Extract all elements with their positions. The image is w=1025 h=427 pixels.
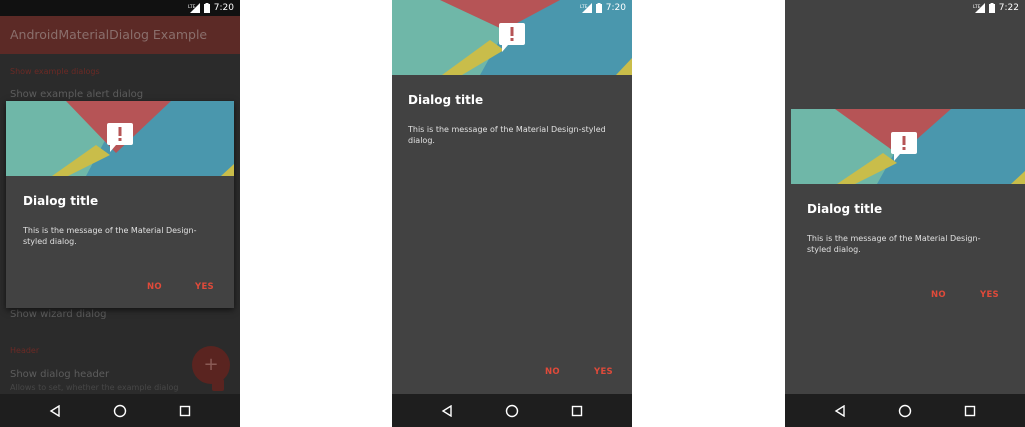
phone-screen-2: LTE 7:20 Dialog title This is the messag… (392, 0, 632, 427)
recents-icon[interactable] (174, 400, 196, 422)
add-fab-button[interactable]: + (192, 346, 230, 384)
no-button[interactable]: NO (545, 367, 560, 377)
list-item-show-header-summary: Allows to set, whether the example dialo… (10, 383, 179, 392)
no-button[interactable]: NO (147, 282, 162, 292)
phone-screen-3: LTE 7:22 Dialog title This is the messag… (785, 0, 1025, 427)
status-time: 7:20 (605, 3, 626, 13)
lte-signal-icon: LTE (973, 3, 985, 13)
material-dialog: Dialog title This is the message of the … (6, 101, 234, 308)
lte-signal-icon: LTE (580, 3, 592, 13)
navigation-bar (785, 394, 1025, 427)
dialog-message-line-1: This is the message of the Material Desi… (408, 125, 606, 134)
phone-screen-1: LTE 7:20 AndroidMaterialDialog Example S… (0, 0, 240, 427)
dialog-message-line-1: This is the message of the Material Desi… (23, 226, 197, 235)
dialog-title: Dialog title (408, 93, 484, 107)
no-button[interactable]: NO (931, 290, 946, 300)
battery-icon (203, 3, 210, 13)
navigation-bar (0, 394, 240, 427)
home-icon[interactable] (109, 400, 131, 422)
status-time: 7:20 (213, 3, 234, 13)
dialog-message: This is the message of the Material Desi… (23, 225, 196, 247)
status-bar: LTE 7:20 (0, 0, 240, 16)
dialog-header-image (6, 101, 234, 176)
dialog-header-image (791, 109, 1025, 184)
yes-button[interactable]: YES (980, 290, 999, 300)
back-icon[interactable] (44, 400, 66, 422)
status-bar: LTE 7:22 (785, 0, 1025, 16)
app-bar: AndroidMaterialDialog Example (0, 16, 240, 54)
dialog-title: Dialog title (807, 202, 883, 216)
list-item-wizard-dialog[interactable]: Show wizard dialog (10, 309, 106, 320)
home-icon[interactable] (894, 400, 916, 422)
navigation-bar (392, 394, 632, 427)
dialog-title: Dialog title (23, 194, 99, 208)
back-icon[interactable] (829, 400, 851, 422)
status-bar: LTE 7:20 (392, 0, 632, 16)
dialog-message-line-2: dialog. (408, 136, 435, 145)
app-title: AndroidMaterialDialog Example (10, 27, 208, 42)
status-time: 7:22 (998, 3, 1019, 13)
home-icon[interactable] (501, 400, 523, 422)
dialog-message-line-2: styled dialog. (23, 237, 77, 246)
yes-button[interactable]: YES (594, 367, 613, 377)
recents-icon[interactable] (959, 400, 981, 422)
list-item-alert-dialog[interactable]: Show example alert dialog (10, 89, 143, 100)
back-icon[interactable] (436, 400, 458, 422)
dialog-message-line-1: This is the message of the Material Desi… (807, 234, 981, 243)
recents-icon[interactable] (566, 400, 588, 422)
list-item-show-header[interactable]: Show dialog header (10, 369, 109, 380)
section-header-header: Header (10, 346, 40, 355)
battery-icon (988, 3, 995, 13)
section-header-examples: Show example dialogs (10, 67, 100, 76)
battery-icon (595, 3, 602, 13)
dialog-message: This is the message of the Material Desi… (807, 233, 980, 255)
dialog-message: This is the message of the Material Desi… (408, 124, 606, 146)
yes-button[interactable]: YES (195, 282, 214, 292)
lte-signal-icon: LTE (188, 3, 200, 13)
dialog-message-line-2: styled dialog. (807, 245, 861, 254)
